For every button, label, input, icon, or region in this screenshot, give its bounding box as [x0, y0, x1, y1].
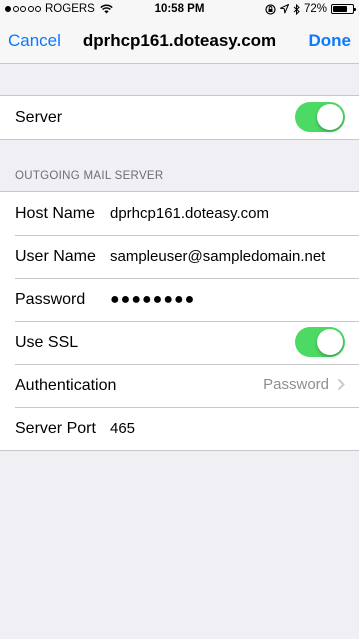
toggle-knob — [317, 104, 343, 130]
host-name-label: Host Name — [15, 204, 96, 222]
server-row: Server — [0, 96, 359, 139]
toggle-knob — [317, 329, 343, 355]
status-bar: ROGERS 10:58 PM 72% — [0, 0, 359, 20]
authentication-value: Password — [263, 376, 329, 393]
battery-nub — [354, 8, 356, 11]
user-name-row: User Name sampleuser@sampledomain.net — [0, 235, 359, 278]
bluetooth-icon — [293, 3, 300, 15]
server-port-row: Server Port 465 — [0, 407, 359, 450]
lock-rotation-icon — [265, 3, 276, 15]
password-row: Password ●●●●●●●● — [0, 278, 359, 321]
authentication-row[interactable]: Authentication Password — [0, 364, 359, 407]
server-toggle[interactable] — [295, 102, 345, 132]
battery-icon — [331, 4, 356, 14]
password-field[interactable]: ●●●●●●●● — [110, 291, 195, 309]
nav-bar: Cancel dprhcp161.doteasy.com Done — [0, 20, 359, 64]
authentication-label: Authentication — [15, 376, 117, 394]
server-group: Server — [0, 95, 359, 140]
page-title: dprhcp161.doteasy.com — [82, 31, 277, 50]
use-ssl-row: Use SSL — [0, 321, 359, 364]
chevron-right-icon — [337, 378, 345, 391]
location-arrow-icon — [279, 4, 289, 14]
password-label: Password — [15, 290, 86, 308]
server-label: Server — [15, 108, 63, 126]
server-port-label: Server Port — [15, 419, 96, 437]
outgoing-server-group: Host Name dprhcp161.doteasy.com User Nam… — [0, 191, 359, 451]
host-name-row: Host Name dprhcp161.doteasy.com — [0, 192, 359, 235]
user-name-label: User Name — [15, 247, 96, 265]
done-button[interactable]: Done — [309, 31, 352, 51]
status-right: 72% — [265, 3, 356, 15]
use-ssl-toggle[interactable] — [295, 327, 345, 357]
use-ssl-label: Use SSL — [15, 333, 79, 351]
battery-fill — [333, 6, 347, 12]
battery-percent: 72% — [303, 3, 327, 15]
host-name-field[interactable]: dprhcp161.doteasy.com — [110, 205, 269, 222]
authentication-detail: Password — [263, 376, 345, 393]
section-header-outgoing: OUTGOING MAIL SERVER — [15, 170, 164, 182]
user-name-field[interactable]: sampleuser@sampledomain.net — [110, 248, 325, 265]
server-port-field[interactable]: 465 — [110, 420, 135, 437]
